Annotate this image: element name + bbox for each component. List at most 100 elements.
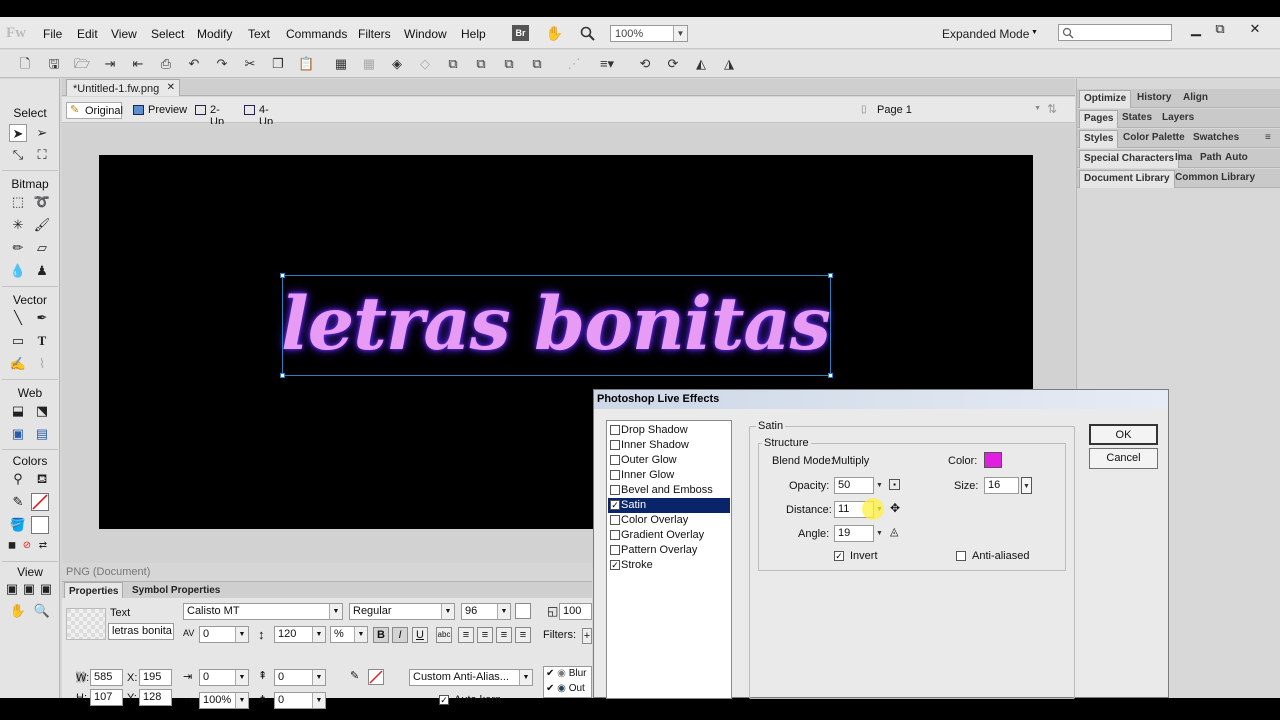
satin-color-swatch[interactable]	[984, 452, 1002, 468]
opacity-field[interactable]: 100	[559, 603, 592, 620]
menu-view[interactable]: View	[111, 27, 137, 41]
new-file-icon[interactable]: 🗋	[17, 56, 33, 72]
effect-color-overlay[interactable]: Color Overlay	[608, 513, 730, 528]
show-slices-icon[interactable]: ▤	[33, 425, 51, 443]
print-icon[interactable]: ⎙	[158, 56, 174, 72]
restore-button[interactable]: ⧉	[1208, 21, 1232, 39]
menu-modify[interactable]: Modify	[197, 27, 232, 41]
menu-file[interactable]: File	[43, 27, 62, 41]
panel-menu-icon[interactable]: ≡	[1265, 132, 1271, 143]
redo-icon[interactable]: ↷	[214, 56, 230, 72]
space-after-field[interactable]: 0 ▼	[274, 692, 326, 709]
align-right-icon[interactable]: ≡	[496, 627, 512, 643]
bold-button[interactable]: B	[373, 627, 389, 643]
freeform-tool-icon[interactable]: ✍	[9, 355, 27, 373]
size-field[interactable]: 16	[984, 477, 1019, 494]
style-select[interactable]: Regular ▼	[349, 603, 455, 620]
kerning-field[interactable]: 0 ▼	[199, 626, 249, 643]
menu-edit[interactable]: Edit	[77, 27, 98, 41]
effect-checkbox[interactable]: ✓	[610, 560, 620, 570]
bridge-button[interactable]: Br	[512, 25, 529, 41]
bring-forward-icon[interactable]: ⧉	[473, 56, 489, 72]
height-field[interactable]: 107	[90, 689, 123, 706]
tab-properties[interactable]: Properties	[64, 582, 124, 599]
tab-optimize[interactable]: Optimize	[1079, 90, 1132, 108]
paste-icon[interactable]: 📋	[298, 56, 314, 72]
group-icon[interactable]: ▦	[333, 56, 349, 72]
effect-checkbox[interactable]	[610, 425, 620, 435]
save-icon[interactable]: 🖫	[46, 56, 62, 72]
size-select[interactable]: 96 ▼	[461, 603, 511, 620]
align-center-icon[interactable]: ≡	[477, 627, 493, 643]
pointer-tool-icon[interactable]: ➤	[9, 124, 27, 142]
effect-checkbox[interactable]	[610, 530, 620, 540]
effects-list[interactable]: Drop Shadow Inner Shadow Outer Glow Inne…	[606, 420, 732, 699]
magic-wand-icon[interactable]: ✳	[9, 216, 27, 234]
size-dropdown[interactable]: ▼	[1021, 477, 1032, 494]
tab-document-library[interactable]: Document Library	[1079, 170, 1175, 188]
stroke-none-swatch[interactable]	[368, 669, 384, 685]
eyedropper-icon[interactable]: ⚲	[9, 470, 27, 488]
angle-spinner[interactable]: ▼	[874, 525, 885, 542]
menu-help[interactable]: Help	[461, 27, 486, 41]
swap-colors-icon[interactable]: ⇄	[36, 537, 50, 555]
leading-field[interactable]: 120 ▼	[274, 626, 326, 643]
effect-checkbox[interactable]	[610, 515, 620, 525]
tab-pages[interactable]: Pages	[1079, 110, 1119, 128]
marquee-tool-icon[interactable]: ⬚	[9, 193, 27, 211]
lasso-tool-icon[interactable]: ➰	[33, 193, 51, 211]
close-button[interactable]: ✕	[1243, 21, 1267, 39]
menu-window[interactable]: Window	[404, 27, 447, 41]
width-field[interactable]: 585	[90, 669, 123, 686]
selection-handle[interactable]	[828, 373, 833, 378]
selection-handle[interactable]	[280, 373, 285, 378]
send-back-icon[interactable]: ⧉	[529, 56, 545, 72]
add-filter-button[interactable]: +	[582, 628, 592, 644]
effect-pattern-overlay[interactable]: Pattern Overlay	[608, 543, 730, 558]
scale-tool-icon[interactable]: ⤡	[9, 146, 27, 164]
blend-mode-value[interactable]: Multiply	[832, 455, 869, 467]
anti-aliased-checkbox[interactable]	[956, 551, 966, 561]
page-options-icon[interactable]: ⇅	[1047, 102, 1057, 116]
effect-stroke[interactable]: ✓ Stroke	[608, 558, 730, 573]
effect-gradient-overlay[interactable]: Gradient Overlay	[608, 528, 730, 543]
hide-slices-icon[interactable]: ▣	[9, 425, 27, 443]
effect-inner-shadow[interactable]: Inner Shadow	[608, 438, 730, 453]
send-backward-icon[interactable]: ⧉	[501, 56, 517, 72]
view-preview-button[interactable]: Preview	[130, 102, 188, 119]
underline-button[interactable]: U	[412, 627, 428, 643]
effect-checkbox[interactable]	[610, 440, 620, 450]
antialias-select[interactable]: Custom Anti-Alias... ▼	[409, 669, 533, 686]
align-icon[interactable]: ≡▾	[595, 56, 619, 72]
filter-item[interactable]: ✔ ◉ Blur	[546, 668, 586, 679]
eraser-tool-icon[interactable]: ▱	[33, 239, 51, 257]
effect-inner-glow[interactable]: Inner Glow	[608, 468, 730, 483]
paint-bucket-icon[interactable]: ⛾	[33, 470, 51, 488]
selection-handle[interactable]	[828, 273, 833, 278]
default-colors-icon[interactable]: ◼	[6, 537, 18, 555]
tab-swatches[interactable]: Swatches	[1193, 132, 1239, 143]
flip-vertical-icon[interactable]: ◮	[721, 56, 737, 72]
flip-horizontal-icon[interactable]: ◭	[693, 56, 709, 72]
auto-kern-checkbox[interactable]: ✓	[439, 695, 449, 705]
open-icon[interactable]: 🗁	[74, 56, 90, 72]
hotspot-tool-icon[interactable]: ⬓	[9, 402, 27, 420]
tab-color-palette[interactable]: Color Palette	[1123, 132, 1185, 143]
angle-icon[interactable]: ◬	[890, 525, 898, 538]
pencil-tool-icon[interactable]: ✏	[9, 239, 27, 257]
ok-button[interactable]: OK	[1089, 424, 1158, 445]
search-input[interactable]	[1058, 24, 1172, 41]
blur-tool-icon[interactable]: 💧	[9, 262, 27, 280]
tab-symbol-properties[interactable]: Symbol Properties	[128, 582, 224, 599]
effect-checkbox[interactable]	[610, 455, 620, 465]
brush-tool-icon[interactable]: 🖌	[33, 216, 51, 234]
effect-satin[interactable]: ✓ Satin	[608, 498, 730, 513]
effect-checkbox[interactable]	[610, 470, 620, 480]
export-icon[interactable]: ⇤	[130, 56, 146, 72]
tab-special-characters[interactable]: Special Characters	[1079, 150, 1180, 168]
full-screen-icon[interactable]: ▣	[38, 580, 54, 598]
tab-layers[interactable]: Layers	[1162, 112, 1194, 123]
no-color-icon[interactable]: ⊘	[21, 537, 33, 555]
document-tab[interactable]: *Untitled-1.fw.png ✕	[66, 79, 180, 96]
fill-swatch[interactable]	[31, 516, 49, 534]
